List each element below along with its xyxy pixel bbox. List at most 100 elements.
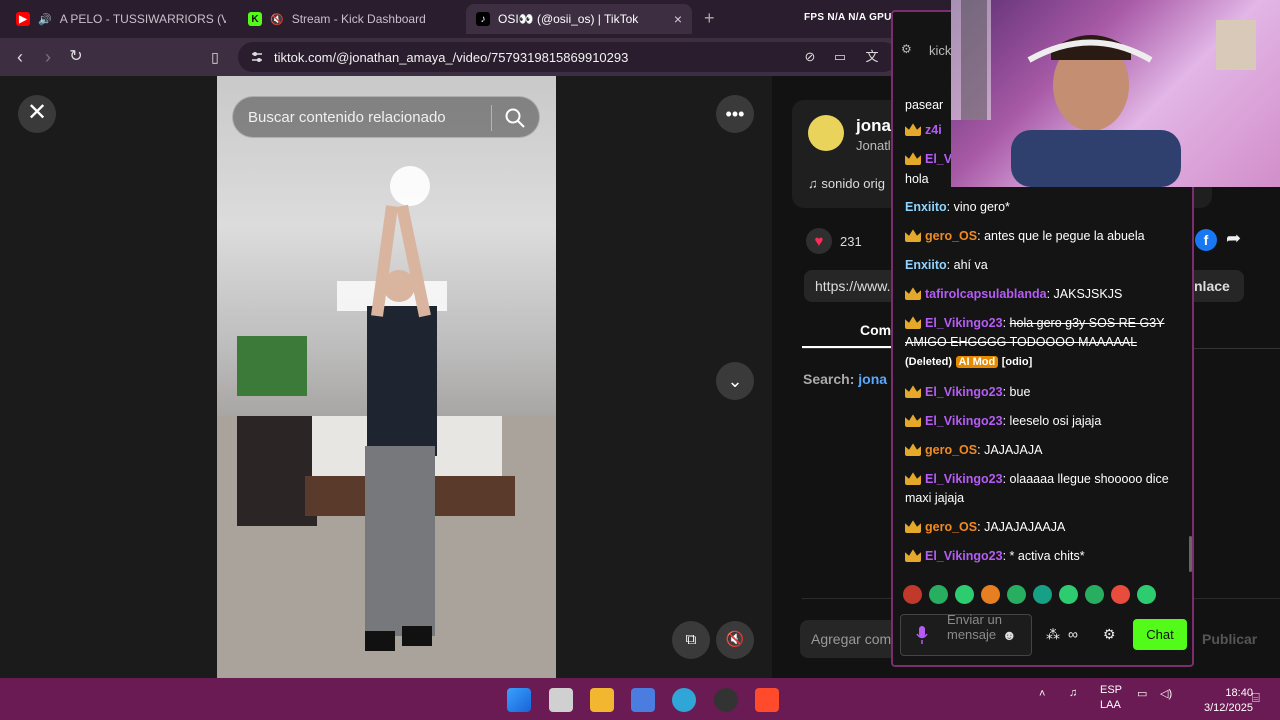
- store-icon[interactable]: [631, 688, 655, 712]
- volume-icon[interactable]: ◁): [1160, 687, 1172, 700]
- windows-start-icon[interactable]: [507, 688, 531, 712]
- site-settings-icon[interactable]: [250, 50, 264, 64]
- edge-icon[interactable]: [672, 688, 696, 712]
- translate-icon[interactable]: 文: [862, 47, 882, 67]
- emote-icon[interactable]: [981, 585, 1000, 604]
- search-suggestion-term: jona: [858, 371, 888, 387]
- close-tab-icon[interactable]: ×: [674, 11, 682, 27]
- chat-username[interactable]: El_Vikingo23: [925, 385, 1003, 399]
- browser-tab-kick[interactable]: K 🔇 Stream - Kick Dashboard: [238, 4, 458, 34]
- pip-icon[interactable]: ⧉: [672, 621, 710, 659]
- bookmark-icon[interactable]: ▯: [205, 47, 225, 67]
- url-text: tiktok.com/@jonathan_amaya_/video/757931…: [274, 49, 629, 65]
- mute-icon[interactable]: 🔇: [716, 621, 754, 659]
- chat-scrollbar[interactable]: [1189, 536, 1192, 572]
- emote-icon[interactable]: [1085, 585, 1104, 604]
- gear-icon[interactable]: ⚙: [1103, 626, 1116, 643]
- cast-icon[interactable]: ▭: [830, 47, 850, 67]
- muted-speaker-icon: 🔇: [270, 13, 284, 26]
- message-text: * activa chits*: [1009, 549, 1085, 563]
- chat-username[interactable]: gero_OS: [925, 520, 977, 534]
- close-video-button[interactable]: ✕: [18, 95, 56, 133]
- browser-tab-youtube[interactable]: ▶ 🔊 A PELO - TUSSIWARRIORS (VIDEO: [6, 4, 226, 34]
- copy-link-button[interactable]: nlace: [1194, 278, 1230, 294]
- tab-title: A PELO - TUSSIWARRIORS (VIDEO: [59, 12, 226, 26]
- search-suggestion[interactable]: Search: jona: [803, 371, 887, 387]
- message-text: JAKSJSKJS: [1053, 287, 1123, 301]
- divider: [491, 105, 492, 131]
- clock[interactable]: 18:40 3/12/2025: [1204, 686, 1253, 716]
- file-explorer-icon[interactable]: [590, 688, 614, 712]
- sound-link[interactable]: ♫ sonido orig: [808, 176, 885, 191]
- chat-input-placeholder: Enviar un mensaje: [947, 612, 1002, 642]
- chat-username[interactable]: Enxiito: [905, 258, 947, 272]
- back-icon[interactable]: ‹: [10, 47, 30, 67]
- heart-icon[interactable]: ♥: [806, 228, 832, 254]
- avatar[interactable]: [808, 115, 844, 151]
- message-text: leeselo osi jajaja: [1009, 414, 1102, 428]
- settings-sliders-icon[interactable]: ⚙: [901, 42, 912, 56]
- browser-tab-tiktok[interactable]: ♪ OSI👀 (@osii_os) | TikTok ×: [466, 4, 692, 34]
- chat-username[interactable]: El_Vikingo23: [925, 414, 1003, 428]
- emoji-icon[interactable]: ☻: [1002, 627, 1017, 643]
- chat-username[interactable]: gero_OS: [925, 443, 977, 457]
- message-text: hola: [905, 172, 929, 186]
- emote-icon[interactable]: [1033, 585, 1052, 604]
- language-code[interactable]: ESP: [1100, 684, 1122, 696]
- url-field[interactable]: tiktok.com/@jonathan_amaya_/video/757931…: [238, 42, 898, 72]
- emote-icon[interactable]: [1007, 585, 1026, 604]
- tab-title: Stream - Kick Dashboard: [291, 12, 426, 26]
- share-icon[interactable]: ➦: [1226, 228, 1241, 249]
- forward-icon[interactable]: ›: [38, 47, 58, 67]
- chat-username[interactable]: El_Vikingo23: [925, 549, 1003, 563]
- crown-badge-icon: [905, 385, 921, 398]
- microphone-icon[interactable]: [916, 626, 928, 644]
- video-player[interactable]: [217, 76, 556, 678]
- chat-username[interactable]: El_Vikingo23: [925, 316, 1003, 330]
- crown-badge-icon: [905, 229, 921, 242]
- chat-username[interactable]: z4i: [925, 123, 942, 137]
- chat-message: El_Vikingo23: olaaaaa llegue shooooo dic…: [905, 472, 1169, 505]
- publish-button[interactable]: Publicar: [1202, 631, 1257, 647]
- emote-icon[interactable]: [1137, 585, 1156, 604]
- facebook-share-icon[interactable]: f: [1195, 229, 1217, 251]
- search-icon[interactable]: [503, 106, 527, 130]
- chat-username[interactable]: El_Vikingo23: [925, 472, 1003, 486]
- emote-icon[interactable]: [955, 585, 974, 604]
- chat-username[interactable]: El_V: [925, 152, 952, 166]
- clock-time: 18:40: [1225, 687, 1253, 699]
- tiktok-icon: ♪: [476, 12, 490, 26]
- microphone-tray-icon[interactable]: ♫: [1069, 687, 1077, 699]
- notifications-icon[interactable]: ⌸: [1252, 690, 1260, 706]
- emote-icon[interactable]: [929, 585, 948, 604]
- send-chat-button[interactable]: Chat: [1133, 619, 1187, 650]
- related-search-box[interactable]: Buscar contenido relacionado: [232, 96, 540, 138]
- chevron-down-icon[interactable]: ⌄: [716, 362, 754, 400]
- chat-message: El_Vikingo23: bue: [905, 383, 1175, 402]
- new-tab-button[interactable]: +: [704, 8, 715, 29]
- emote-icon[interactable]: [1111, 585, 1130, 604]
- emote-icon[interactable]: [903, 585, 922, 604]
- chevron-up-icon[interactable]: ˄: [1039, 688, 1045, 700]
- like-row: ♥ 231: [806, 228, 862, 254]
- message-text: JAJAJAJAAJA: [984, 520, 1066, 534]
- emote-icon[interactable]: [1059, 585, 1078, 604]
- network-icon[interactable]: ▭: [1137, 687, 1147, 700]
- task-view-icon[interactable]: [549, 688, 573, 712]
- points-icon[interactable]: ⁂: [1046, 626, 1060, 643]
- more-options-icon[interactable]: •••: [716, 95, 754, 133]
- webcam-feed: [951, 0, 1280, 187]
- keyboard-layout: LAA: [1100, 699, 1121, 711]
- creator-name[interactable]: jona: [856, 116, 891, 136]
- infinity-icon[interactable]: ∞: [1068, 626, 1078, 643]
- clock-date: 3/12/2025: [1204, 702, 1253, 714]
- chat-username[interactable]: tafirolcapsulablanda: [925, 287, 1047, 301]
- chat-username[interactable]: gero_OS: [925, 229, 977, 243]
- obs-icon[interactable]: [714, 688, 738, 712]
- chat-username[interactable]: Enxiito: [905, 200, 947, 214]
- reload-icon[interactable]: ↻: [66, 47, 86, 67]
- message-text: ahí va: [953, 258, 988, 272]
- no-tracking-icon[interactable]: ⊘: [800, 47, 820, 67]
- brave-icon[interactable]: [755, 688, 779, 712]
- crown-badge-icon: [905, 123, 921, 136]
